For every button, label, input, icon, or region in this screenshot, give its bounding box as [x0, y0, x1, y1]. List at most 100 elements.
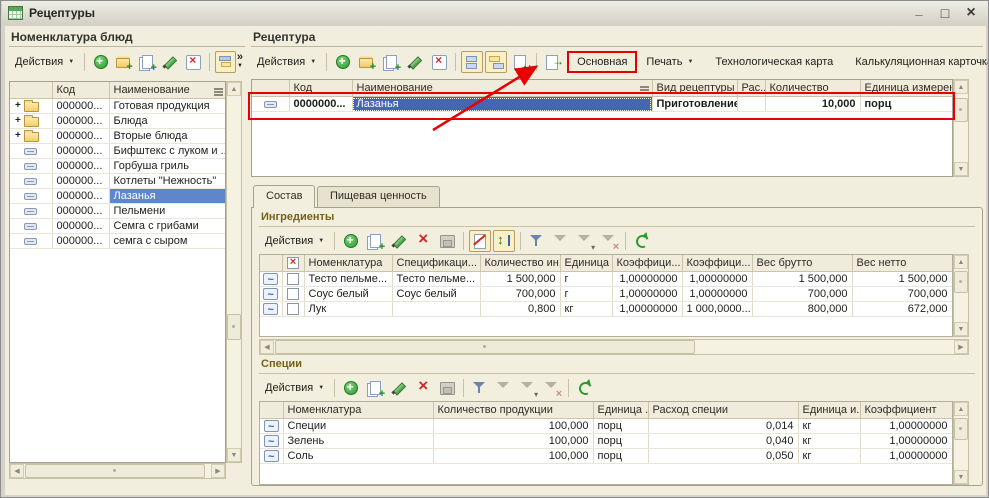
scroll-thumb[interactable] [25, 464, 205, 478]
expand-node-icon[interactable]: + [15, 116, 21, 126]
save-button[interactable] [436, 377, 458, 399]
filter-edit-button[interactable] [469, 377, 491, 399]
refresh-button[interactable] [631, 230, 653, 252]
name-column-header[interactable]: Наименование [352, 80, 652, 97]
scroll-up-icon[interactable]: ▲ [954, 255, 968, 269]
scroll-left-icon[interactable]: ◀ [10, 464, 24, 478]
tab-pishchevaya-cennost[interactable]: Пищевая ценность [317, 186, 440, 207]
scroll-thumb[interactable] [954, 418, 968, 440]
edit-button[interactable] [404, 51, 426, 73]
actions-button[interactable]: Действия▼ [259, 233, 330, 249]
dish-list-vscrollbar[interactable]: ▲ ▼ [226, 81, 242, 463]
close-button[interactable] [961, 3, 981, 24]
add-button[interactable] [340, 230, 362, 252]
scroll-up-icon[interactable]: ▲ [954, 402, 968, 416]
column-header-2[interactable]: Единица ... [593, 402, 648, 419]
scroll-thumb[interactable] [954, 98, 968, 122]
filter-button[interactable] [550, 230, 572, 252]
list-item-row[interactable]: 000000...семга с сыром [10, 234, 226, 249]
icon-column-header[interactable] [260, 255, 282, 272]
delete-button[interactable] [428, 51, 450, 73]
maximize-button[interactable] [935, 3, 955, 24]
scroll-down-icon[interactable]: ▼ [227, 448, 241, 462]
spice-row[interactable]: Специи100,000порц0,014кг1,00000000 [260, 419, 952, 434]
column-header-1[interactable]: Спецификаци... [392, 255, 480, 272]
exclude-column-header[interactable] [282, 255, 304, 272]
filter-edit-button[interactable] [526, 230, 548, 252]
column-header-5[interactable]: Коэффициент [860, 402, 952, 419]
copy-button[interactable] [364, 230, 386, 252]
filter-button[interactable] [493, 377, 515, 399]
tree-view-button[interactable] [215, 51, 236, 73]
filter-clear-button[interactable] [598, 230, 620, 252]
list-item-row[interactable]: 000000...Пельмени [10, 204, 226, 219]
spices-vscrollbar[interactable]: ▲ ▼ [953, 401, 969, 485]
icon-column-header[interactable] [260, 402, 283, 419]
actions-button[interactable]: Действия▼ [251, 54, 322, 70]
scroll-thumb[interactable] [275, 340, 695, 354]
refresh-button[interactable] [574, 377, 596, 399]
calc-card-button[interactable]: Калькуляционная карточка [848, 53, 989, 71]
column-header-5[interactable]: Коэффици... [682, 255, 752, 272]
main-recipe-button[interactable]: Основная [570, 53, 634, 71]
ingredient-row[interactable]: Лук0,800кг1,000000001 000,0000...800,000… [260, 302, 952, 317]
scroll-thumb[interactable] [954, 271, 968, 293]
list-item-row[interactable]: 000000...Горбуша гриль [10, 159, 226, 174]
add-button[interactable] [332, 51, 354, 73]
expand-node-icon[interactable]: + [15, 101, 21, 111]
column-header-6[interactable]: Вес брутто [752, 255, 852, 272]
save-button[interactable] [436, 230, 458, 252]
toolbar-overflow-button[interactable]: »▼ [237, 53, 245, 71]
actions-button[interactable]: Действия▼ [9, 54, 80, 70]
recipe-kind-column-header[interactable]: Вид рецептуры [652, 80, 737, 97]
recipe-vscrollbar[interactable]: ▲ ▼ [953, 79, 969, 177]
filter-clear-button[interactable] [541, 377, 563, 399]
checkbox-icon[interactable] [287, 303, 299, 315]
add-button[interactable] [90, 51, 111, 73]
checkbox-icon[interactable] [287, 288, 299, 300]
autofit-button[interactable] [493, 230, 515, 252]
unit-column-header[interactable]: Единица измерения [860, 80, 952, 97]
scroll-up-icon[interactable]: ▲ [954, 80, 968, 94]
quantity-column-header[interactable]: Количество [765, 80, 860, 97]
scroll-down-icon[interactable]: ▼ [954, 322, 968, 336]
list-item-row[interactable]: 000000...Семга с грибами [10, 219, 226, 234]
name-column-header[interactable]: Наименование [109, 82, 226, 99]
scroll-down-icon[interactable]: ▼ [954, 470, 968, 484]
column-header-1[interactable]: Количество продукции [433, 402, 593, 419]
scroll-down-icon[interactable]: ▼ [954, 162, 968, 176]
scroll-thumb[interactable] [227, 314, 241, 340]
undo-button[interactable] [509, 51, 531, 73]
list-item-row[interactable]: 000000...Бифштекс с луком и ... [10, 144, 226, 159]
tree-group-row[interactable]: +000000...Готовая продукция [10, 99, 226, 114]
add-folder-button[interactable] [113, 51, 134, 73]
ingredient-row[interactable]: Соус белыйСоус белый700,000г1,000000001,… [260, 287, 952, 302]
list-item-row[interactable]: 000000...Лазанья [10, 189, 226, 204]
list-view2-button[interactable] [485, 51, 507, 73]
code-column-header[interactable]: Код [289, 80, 352, 97]
ingredients-hscrollbar[interactable]: ◀ ▶ [259, 339, 969, 355]
scroll-left-icon[interactable]: ◀ [260, 340, 274, 354]
tech-card-button[interactable]: Технологическая карта [708, 53, 840, 71]
spice-row[interactable]: Зелень100,000порц0,040кг1,00000000 [260, 434, 952, 449]
add-folder-button[interactable] [356, 51, 378, 73]
column-header-0[interactable]: Номенклатура [304, 255, 392, 272]
list-view-button[interactable] [461, 51, 483, 73]
scroll-up-icon[interactable]: ▲ [227, 82, 241, 96]
edit-button[interactable] [388, 377, 410, 399]
dish-list-hscrollbar[interactable]: ◀ ▶ [9, 463, 226, 479]
filter-menu-button[interactable] [574, 230, 596, 252]
edit-button[interactable] [160, 51, 181, 73]
tree-group-row[interactable]: +000000...Блюда [10, 114, 226, 129]
scroll-right-icon[interactable]: ▶ [954, 340, 968, 354]
marker-column-header[interactable] [252, 80, 289, 97]
code-column-header[interactable]: Код [52, 82, 109, 99]
spice-row[interactable]: Соль100,000порц0,050кг1,00000000 [260, 449, 952, 464]
recipe-row[interactable]: 0000000...ЛазаньяПриготовление10,000порц [252, 97, 952, 112]
filter-menu-button[interactable] [517, 377, 539, 399]
list-item-row[interactable]: 000000...Котлеты "Нежность" [10, 174, 226, 189]
expand-node-icon[interactable]: + [15, 131, 21, 141]
column-header-3[interactable]: Единица [560, 255, 612, 272]
goto-button[interactable] [542, 51, 564, 73]
checkbox-icon[interactable] [287, 273, 299, 285]
